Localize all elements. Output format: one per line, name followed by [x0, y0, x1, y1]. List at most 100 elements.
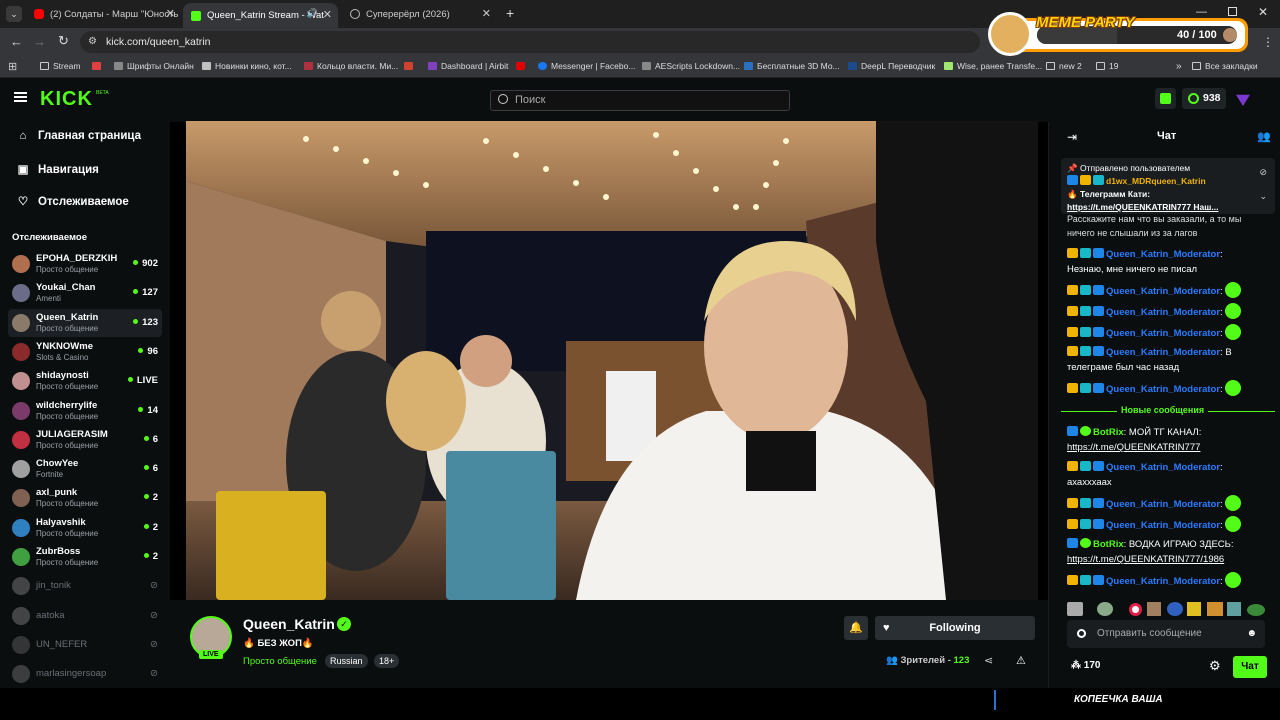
sidebar-channel-axl_punk[interactable]: axl_punk Просто общение 2	[8, 484, 162, 512]
all-bookmarks[interactable]: Все закладки	[1192, 61, 1258, 71]
reload-icon[interactable]: ↻	[58, 33, 69, 49]
chat-points[interactable]: ⁂ 170	[1071, 660, 1100, 671]
url-field[interactable]: ⚙ kick.com/queen_katrin	[80, 31, 980, 53]
chat-link[interactable]: https://t.me/QUEENKATRIN777	[1067, 442, 1200, 453]
nav-browse[interactable]: ▣ Навигация	[16, 162, 99, 176]
chat-username[interactable]: Queen_Katrin_Moderator	[1106, 462, 1220, 473]
sidebar-channel-juliagerasim[interactable]: JULIAGERASIM Просто общение 6	[8, 426, 162, 454]
new-tab-button[interactable]: +	[506, 5, 514, 21]
sidebar-channel-queen_katrin[interactable]: Queen_Katrin Просто общение 123	[8, 308, 162, 337]
chat-link[interactable]: https://t.me/QUEENKATRIN777/1986	[1067, 554, 1224, 565]
emoji-picker-icon[interactable]: ☻	[1246, 620, 1257, 648]
bookmark[interactable]	[516, 61, 529, 71]
chat-username[interactable]: BotRix	[1093, 427, 1124, 438]
back-icon[interactable]: ←	[10, 34, 23, 49]
sidebar-channel-chowyee[interactable]: ChowYee Fortnite 6	[8, 455, 162, 483]
chat-username[interactable]: BotRix	[1093, 539, 1124, 550]
emote-icon[interactable]	[1227, 602, 1241, 616]
bookmark[interactable]: Новинки кино, кот...	[202, 61, 292, 71]
kick-logo[interactable]: KICK	[40, 88, 93, 111]
sidebar-channel-marlasingersoap[interactable]: marlasingersoap ⊘	[8, 660, 162, 688]
apps-icon[interactable]: ⊞	[8, 60, 17, 73]
chat-username[interactable]: Queen_Katrin_Moderator	[1106, 347, 1220, 358]
bookmark[interactable]: Шрифты Онлайн	[114, 61, 194, 71]
category-link[interactable]: Просто общение	[243, 656, 317, 667]
tab-search-button[interactable]: ⌄	[6, 6, 22, 22]
hamburger-menu-icon[interactable]	[14, 92, 27, 102]
sidebar-channel-jin_tonik[interactable]: jin_tonik ⊘	[8, 572, 162, 600]
chat-settings-icon[interactable]: ⚙	[1209, 658, 1221, 674]
bookmark[interactable]: Wise, ранее Transfe...	[944, 61, 1042, 71]
nav-following[interactable]: ♡ Отслеживаемое	[16, 194, 129, 208]
emote-icon[interactable]	[1247, 604, 1265, 616]
unpin-icon[interactable]: ⊘	[1259, 166, 1267, 179]
sidebar-channel-ynknowme[interactable]: YNKNOWme Slots & Casino 96	[8, 338, 162, 366]
profile-menu-icon[interactable]: ⋮	[1262, 35, 1274, 49]
notification-bell-button[interactable]: 🔔	[844, 616, 868, 640]
bookmark-folder[interactable]: new 2	[1046, 61, 1082, 71]
tag-language[interactable]: Russian	[325, 654, 368, 668]
chat-username[interactable]: Queen_Katrin_Moderator	[1106, 520, 1220, 531]
emote-icon[interactable]	[1167, 602, 1183, 616]
user-avatar[interactable]	[1236, 94, 1250, 106]
chevron-down-icon[interactable]: ⌄	[1259, 190, 1267, 203]
emote-icon[interactable]	[1097, 602, 1113, 616]
browser-tab[interactable]: Суперерёрл (2026) ✕	[342, 3, 497, 25]
emote-icon[interactable]	[1129, 603, 1142, 616]
bookmark[interactable]	[404, 61, 417, 71]
emote-icon[interactable]	[1187, 602, 1201, 616]
video-player[interactable]	[186, 121, 1038, 600]
bookmark[interactable]: DeepL Переводчик	[848, 61, 935, 71]
pinned-user[interactable]: d1wx_MDRqueen_Katrin	[1106, 176, 1206, 186]
streamer-name[interactable]: Queen_Katrin	[243, 616, 335, 632]
chat-username[interactable]: Queen_Katrin_Moderator	[1106, 249, 1220, 260]
maximize-icon[interactable]	[1228, 7, 1237, 16]
minimize-icon[interactable]: —	[1196, 6, 1207, 18]
emote-icon[interactable]	[1207, 602, 1223, 616]
close-tab-icon[interactable]: ✕	[323, 8, 332, 21]
forward-icon[interactable]: →	[33, 34, 46, 49]
close-window-icon[interactable]: ✕	[1258, 5, 1268, 19]
bookmark[interactable]: Кольцо власти. Ми...	[304, 61, 398, 71]
sidebar-channel-halyavshik[interactable]: Halyavshik Просто общение 2	[8, 514, 162, 542]
bookmark[interactable]: Stream	[40, 61, 80, 71]
bookmarks-overflow[interactable]: »	[1176, 61, 1182, 72]
close-tab-icon[interactable]: ✕	[482, 7, 491, 20]
chat-username[interactable]: Queen_Katrin_Moderator	[1106, 307, 1220, 318]
close-tab-icon[interactable]: ✕	[166, 7, 175, 20]
browser-tab-active[interactable]: Queen_Katrin Stream - Wat 🔊 ✕	[183, 3, 338, 28]
nav-home[interactable]: ⌂ Главная страница	[16, 130, 142, 142]
sidebar-channel-un_nefer[interactable]: UN_NEFER ⊘	[8, 631, 162, 659]
chat-users-icon[interactable]: 👥	[1257, 130, 1271, 143]
sidebar-channel-epoha_derzkih[interactable]: EPOHA_DERZKIH Просто общение 902	[8, 250, 162, 278]
share-icon[interactable]: ⋖	[984, 654, 993, 667]
sidebar-channel-shidaynosti[interactable]: shidaynosti Просто общение LIVE	[8, 367, 162, 395]
bookmark-folder[interactable]: 19	[1096, 61, 1118, 71]
following-button[interactable]: ♥ Following	[875, 616, 1035, 640]
chat-username[interactable]: Queen_Katrin_Moderator	[1106, 286, 1220, 297]
search-input[interactable]: Поиск	[490, 90, 790, 111]
emote-icon[interactable]	[1067, 602, 1083, 616]
sidebar-channel-aatoka[interactable]: aatoka ⊘	[8, 602, 162, 630]
chat-input[interactable]: Отправить сообщение ☻	[1067, 620, 1265, 648]
speaker-icon[interactable]: 🔊	[307, 8, 318, 19]
bookmark[interactable]: AEScripts Lockdown...	[642, 61, 740, 71]
sidebar-channel-wildcherrylife[interactable]: wildcherrylife Просто общение 14	[8, 397, 162, 425]
collapse-chat-icon[interactable]: ⇥	[1067, 130, 1077, 144]
bookmark[interactable]	[92, 61, 105, 71]
emote-icon[interactable]	[1147, 602, 1161, 616]
chat-username[interactable]: Queen_Katrin_Moderator	[1106, 576, 1220, 587]
bookmark[interactable]: Messenger | Facebo...	[538, 61, 635, 71]
points-button[interactable]: 938	[1182, 88, 1226, 109]
browser-tab[interactable]: (2) Солдаты - Марш "Юность " ✕	[26, 3, 181, 25]
bookmark[interactable]: Бесплатные 3D Мо...	[744, 61, 840, 71]
chat-username[interactable]: Queen_Katrin_Moderator	[1106, 499, 1220, 510]
tag-age[interactable]: 18+	[374, 654, 400, 668]
bookmark[interactable]: Dashboard | Airbit	[428, 61, 508, 71]
chat-username[interactable]: Queen_Katrin_Moderator	[1106, 328, 1220, 339]
site-info-icon[interactable]: ⚙	[88, 31, 97, 53]
send-chat-button[interactable]: Чат	[1233, 656, 1267, 678]
kick-app-icon[interactable]	[1155, 88, 1176, 109]
chat-username[interactable]: Queen_Katrin_Moderator	[1106, 384, 1220, 395]
pinned-message[interactable]: 📌 Отправлено пользователем d1wx_MDRqueen…	[1061, 158, 1275, 214]
